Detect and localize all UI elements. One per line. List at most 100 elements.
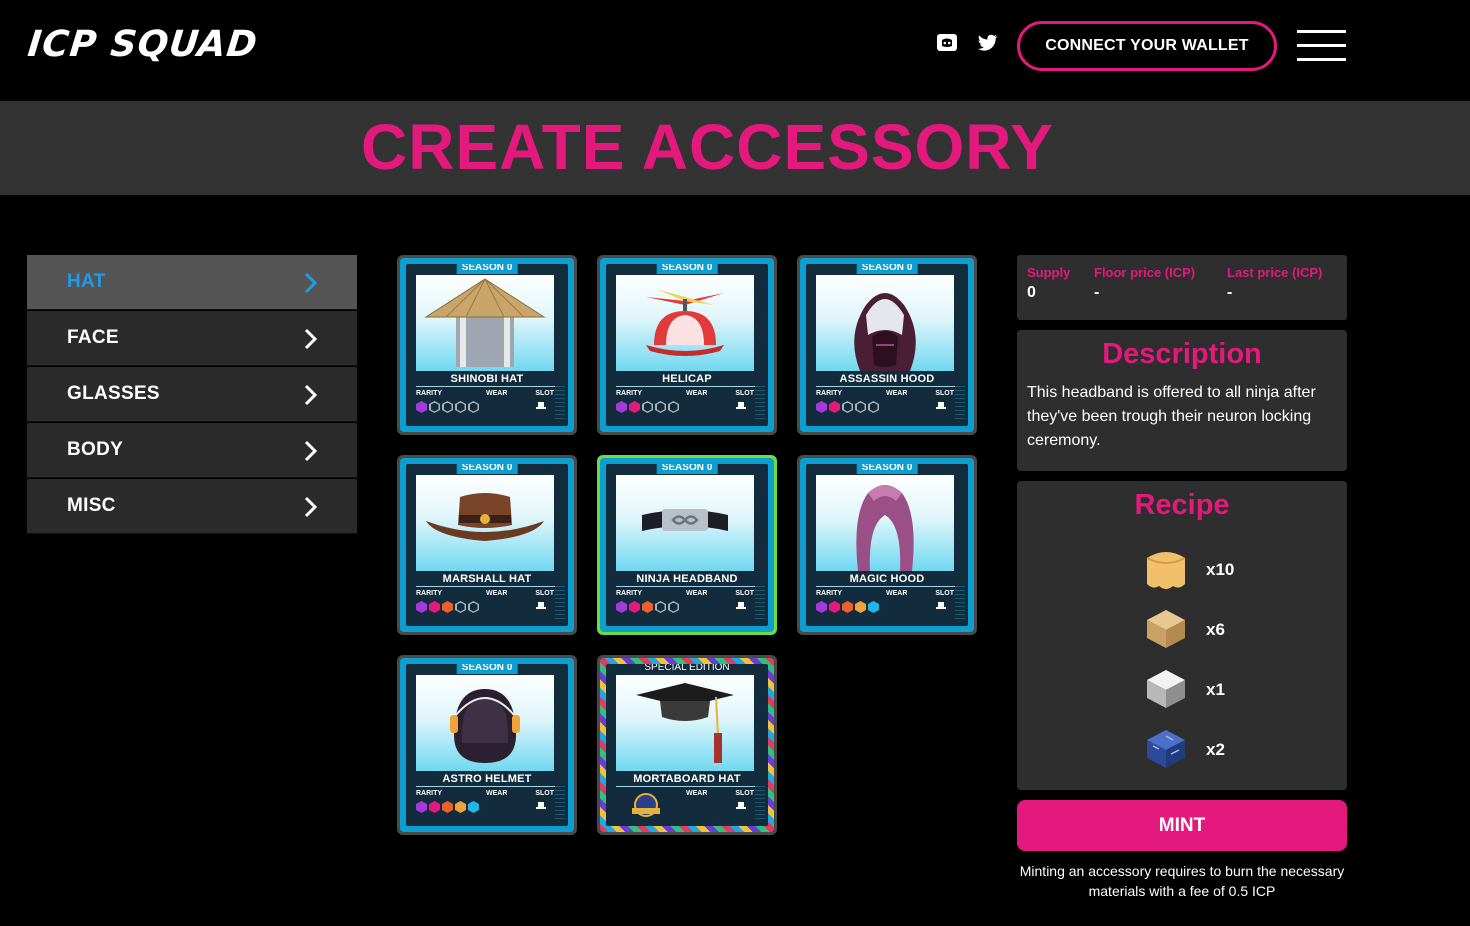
rarity-hex-filled xyxy=(816,401,827,413)
rarity-label: RARITY xyxy=(616,590,643,597)
last-price-stat: Last price (ICP) - xyxy=(1227,265,1322,302)
rarity-hex-empty xyxy=(468,601,479,613)
wear-label: WEAR xyxy=(486,590,508,597)
accessory-card-magic-hood[interactable]: SEASON 0 MAGIC HOOD RARITY WEAR SLOT xyxy=(797,455,977,635)
rarity-hex-filled xyxy=(816,601,827,613)
rarity-hex-filled xyxy=(642,601,653,613)
rarity-hex-empty xyxy=(468,401,479,413)
chevron-right-icon xyxy=(304,328,317,350)
hat-slot-icon xyxy=(536,402,546,409)
hat-slot-icon xyxy=(936,602,946,609)
card-name: ASTRO HELMET xyxy=(442,773,532,785)
rarity-hex-filled xyxy=(429,801,440,813)
hat-slot-icon xyxy=(736,802,746,809)
slot-label: SLOT xyxy=(535,790,554,797)
astro-helmet-image xyxy=(416,675,554,771)
sidebar-item-glasses[interactable]: GLASSES xyxy=(27,367,357,422)
rarity-hex-empty xyxy=(455,601,466,613)
rarity-meter xyxy=(616,601,679,613)
menu-icon[interactable] xyxy=(1297,30,1346,62)
page-title: CREATE ACCESSORY xyxy=(361,111,1054,183)
accessory-card-ninja-headband[interactable]: SEASON 0 NINJA HEADBAND RARITY WEAR SLOT xyxy=(597,455,777,635)
rarity-hex-empty xyxy=(455,401,466,413)
market-stats: Supply 0 Floor price (ICP) - Last price … xyxy=(1017,255,1347,320)
card-name: SHINOBI HAT xyxy=(450,373,524,385)
rarity-label: RARITY xyxy=(416,390,443,397)
accessory-card-shinobi-hat[interactable]: SEASON 0 SHINOBI HAT RARITY WEAR SLOT xyxy=(397,255,577,435)
hat-slot-icon xyxy=(936,402,946,409)
wear-label: WEAR xyxy=(686,390,708,397)
card-name: ASSASSIN HOOD xyxy=(839,373,935,385)
rarity-hex-filled xyxy=(855,601,866,613)
category-sidebar: HAT FACE GLASSES BODY MISC xyxy=(27,255,357,535)
mint-button[interactable]: MINT xyxy=(1017,800,1347,851)
rarity-label: RARITY xyxy=(816,390,843,397)
mortaboard-hat-image xyxy=(616,675,754,771)
sidebar-item-label: HAT xyxy=(67,271,106,292)
rarity-meter xyxy=(416,801,479,813)
supply-label: Supply xyxy=(1027,265,1071,280)
wear-label: WEAR xyxy=(686,590,708,597)
card-name: MORTABOARD HAT xyxy=(633,773,741,785)
discord-icon[interactable] xyxy=(935,31,959,55)
rarity-hex-filled xyxy=(442,601,453,613)
ninja-headband-image xyxy=(616,475,754,571)
slot-label: SLOT xyxy=(935,390,954,397)
special-edition-label: SPECIAL EDITION xyxy=(644,664,730,673)
accessory-card-astro-helmet[interactable]: SEASON 0 ASTRO HELMET RARITY WEAR SLOT xyxy=(397,655,577,835)
sidebar-item-face[interactable]: FACE xyxy=(27,311,357,366)
event-badge-icon xyxy=(632,793,660,817)
circuit-icon xyxy=(1147,730,1185,768)
recipe-title: Recipe xyxy=(1134,489,1230,521)
wear-label: WEAR xyxy=(886,390,908,397)
last-price-label: Last price (ICP) xyxy=(1227,265,1323,280)
slot-label: SLOT xyxy=(535,590,554,597)
slot-label: SLOT xyxy=(535,390,554,397)
sidebar-item-body[interactable]: BODY xyxy=(27,423,357,478)
twitter-icon[interactable] xyxy=(975,31,999,55)
sidebar-item-misc[interactable]: MISC xyxy=(27,479,357,534)
rarity-label: RARITY xyxy=(416,590,443,597)
wear-label: WEAR xyxy=(886,590,908,597)
rarity-label: RARITY xyxy=(616,390,643,397)
rarity-hex-empty xyxy=(668,401,679,413)
slot-label: SLOT xyxy=(735,390,754,397)
accessory-card-mortaboard-hat[interactable]: SPECIAL EDITION MORTABOARD HAT WEAR SLOT xyxy=(597,655,777,835)
season-label: SEASON 0 xyxy=(456,664,518,674)
rarity-hex-filled xyxy=(842,601,853,613)
assassin-hood-image xyxy=(816,275,954,371)
season-label: SEASON 0 xyxy=(856,264,918,274)
rarity-hex-empty xyxy=(868,401,879,413)
sidebar-item-hat[interactable]: HAT xyxy=(27,255,357,310)
accessory-card-assassin-hood[interactable]: SEASON 0 ASSASSIN HOOD RARITY WEAR SLOT xyxy=(797,255,977,435)
logo[interactable]: ICP SQUAD xyxy=(26,24,260,65)
hat-slot-icon xyxy=(736,602,746,609)
chevron-right-icon xyxy=(304,496,317,518)
rarity-hex-filled xyxy=(829,601,840,613)
description-text: This headband is offered to all ninja af… xyxy=(1027,384,1316,449)
wear-label: WEAR xyxy=(486,390,508,397)
rarity-hex-empty xyxy=(842,401,853,413)
card-name: HELICAP xyxy=(662,373,712,385)
rarity-hex-filled xyxy=(629,601,640,613)
chevron-right-icon xyxy=(304,272,317,294)
description-title: Description xyxy=(1102,338,1262,370)
hat-slot-icon xyxy=(736,402,746,409)
recipe-qty: x2 xyxy=(1206,740,1225,759)
card-name: NINJA HEADBAND xyxy=(636,573,738,585)
rarity-hex-filled xyxy=(442,801,453,813)
connect-wallet-button[interactable]: CONNECT YOUR WALLET xyxy=(1017,21,1277,71)
helicap-image xyxy=(616,275,754,371)
header: ICP SQUAD CONNECT YOUR WALLET xyxy=(0,0,1470,101)
metal-icon xyxy=(1147,670,1185,708)
rarity-hex-empty xyxy=(642,401,653,413)
recipe-qty: x1 xyxy=(1206,680,1225,699)
sidebar-item-label: FACE xyxy=(67,327,119,348)
season-label: SEASON 0 xyxy=(456,464,518,474)
season-label: SEASON 0 xyxy=(656,464,718,474)
supply-stat: Supply 0 xyxy=(1027,265,1070,302)
rarity-hex-filled xyxy=(455,801,466,813)
accessory-card-marshall-hat[interactable]: SEASON 0 MARSHALL HAT RARITY WEAR SLOT xyxy=(397,455,577,635)
accessory-card-helicap[interactable]: SEASON 0 HELICAP RARITY WEAR SLOT xyxy=(597,255,777,435)
recipe-item: x2 xyxy=(1141,724,1261,774)
